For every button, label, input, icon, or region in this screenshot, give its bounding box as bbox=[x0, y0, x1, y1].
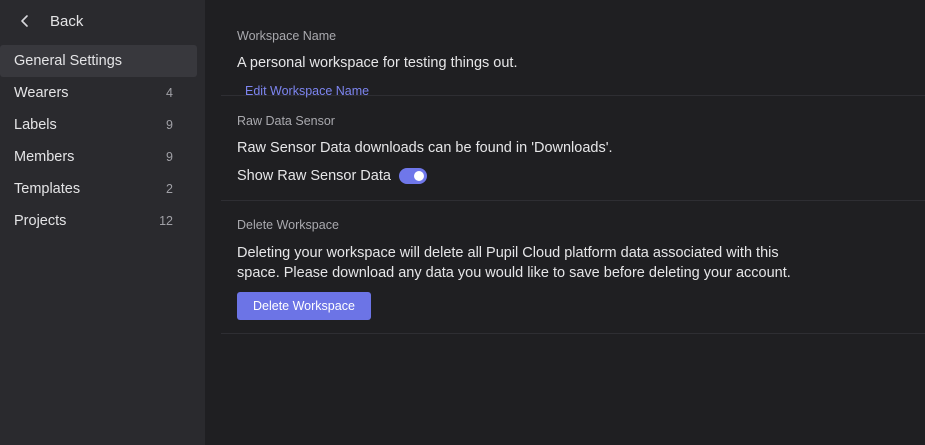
sidebar-item-labels[interactable]: Labels 9 bbox=[0, 109, 197, 141]
raw-data-description: Raw Sensor Data downloads can be found i… bbox=[237, 140, 613, 156]
raw-data-toggle-label: Show Raw Sensor Data bbox=[237, 168, 391, 184]
sidebar-item-count: 4 bbox=[166, 86, 173, 100]
back-label: Back bbox=[50, 12, 84, 30]
sidebar-item-label: Templates bbox=[14, 181, 81, 197]
sidebar-item-members[interactable]: Members 9 bbox=[0, 141, 197, 173]
sidebar-item-label: Labels bbox=[14, 117, 57, 133]
sidebar-item-label: General Settings bbox=[14, 53, 123, 69]
settings-nav: General Settings Wearers 4 Labels 9 Memb… bbox=[0, 45, 205, 237]
sidebar-item-label: Wearers bbox=[14, 85, 69, 101]
sidebar-item-count: 12 bbox=[159, 214, 173, 228]
workspace-name-section: Workspace Name A personal workspace for … bbox=[221, 0, 925, 98]
section-title: Workspace Name bbox=[237, 29, 337, 43]
delete-workspace-description: Deleting your workspace will delete all … bbox=[237, 245, 791, 281]
sidebar-item-count: 2 bbox=[166, 182, 173, 196]
sidebar-item-wearers[interactable]: Wearers 4 bbox=[0, 77, 197, 109]
chevron-left-icon bbox=[18, 14, 32, 28]
sidebar-item-templates[interactable]: Templates 2 bbox=[0, 173, 197, 205]
sidebar-item-count: 9 bbox=[166, 118, 173, 132]
sidebar-item-label: Projects bbox=[14, 213, 67, 229]
sidebar-item-count: 9 bbox=[166, 150, 173, 164]
delete-workspace-section: Delete Workspace Deleting your workspace… bbox=[221, 201, 925, 334]
edit-workspace-name-link[interactable]: Edit Workspace Name bbox=[245, 84, 369, 98]
app-window: Back General Settings Wearers 4 Labels 9… bbox=[0, 0, 925, 445]
sidebar-item-label: Members bbox=[14, 149, 75, 165]
toggle-knob bbox=[413, 171, 424, 181]
section-title: Delete Workspace bbox=[237, 218, 339, 232]
back-button[interactable]: Back bbox=[0, 0, 205, 42]
settings-content: Workspace Name A personal workspace for … bbox=[205, 0, 925, 445]
delete-workspace-button[interactable]: Delete Workspace bbox=[237, 292, 371, 320]
section-title: Raw Data Sensor bbox=[237, 114, 335, 128]
show-raw-sensor-data-toggle[interactable] bbox=[398, 168, 427, 184]
sidebar-item-projects[interactable]: Projects 12 bbox=[0, 205, 197, 237]
sidebar: Back General Settings Wearers 4 Labels 9… bbox=[0, 0, 205, 445]
raw-data-sensor-section: Raw Data Sensor Raw Sensor Data download… bbox=[221, 96, 925, 201]
workspace-name-value: A personal workspace for testing things … bbox=[237, 55, 518, 71]
raw-data-toggle-row: Show Raw Sensor Data bbox=[237, 166, 925, 186]
sidebar-item-general-settings[interactable]: General Settings bbox=[0, 45, 197, 77]
